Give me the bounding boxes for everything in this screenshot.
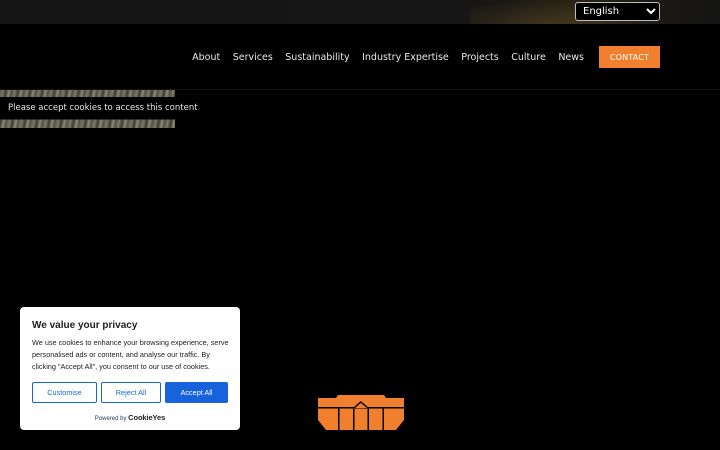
customise-button[interactable]: Customise [32,382,97,403]
nav-item-projects[interactable]: Projects [461,52,498,63]
top-bar: English [0,0,720,24]
site-header: About Services Sustainability Industry E… [0,24,720,90]
powered-by: Powered by CookieYes [20,413,240,422]
cookie-placeholder-text: Please accept cookies to access this con… [8,103,198,113]
nav-item-about[interactable]: About [192,52,220,63]
main-nav: About Services Sustainability Industry E… [192,46,660,68]
page: English About Services Sustainability In… [0,0,720,450]
language-select[interactable]: English [575,2,660,21]
nav-item-sustainability[interactable]: Sustainability [285,52,349,63]
nav-item-services[interactable]: Services [233,52,273,63]
consent-description: We use cookies to enhance your browsing … [32,338,229,371]
nav-item-culture[interactable]: Culture [511,52,546,63]
contact-button[interactable]: CONTACT [599,46,660,68]
company-logo [318,395,404,430]
consent-title: We value your privacy [32,320,138,331]
powered-by-label: Powered by [94,416,127,422]
nav-item-industry-expertise[interactable]: Industry Expertise [362,52,449,63]
nav-item-news[interactable]: News [558,52,584,63]
cookie-consent-banner: We value your privacy We use cookies to … [20,307,240,430]
accept-all-button[interactable]: Accept All [165,382,228,403]
reject-all-button[interactable]: Reject All [101,382,161,403]
cookie-blocked-content: Please accept cookies to access this con… [0,90,198,128]
cookieyes-logo[interactable]: CookieYes [128,413,165,422]
